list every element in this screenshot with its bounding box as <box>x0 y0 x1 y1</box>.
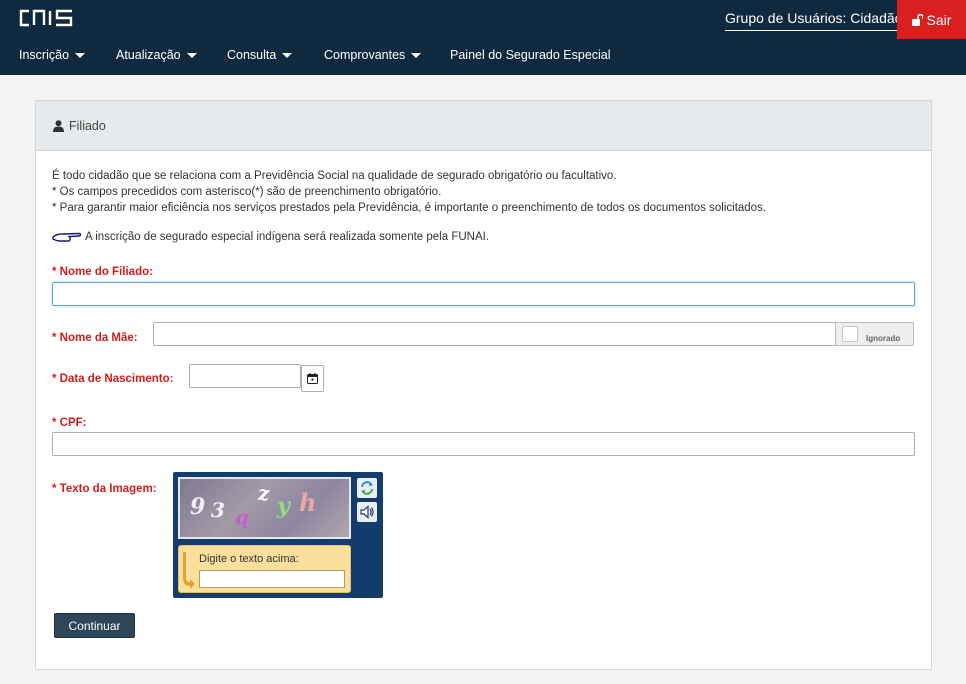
captcha-char: q <box>235 505 249 529</box>
nav-label: Painel do Segurado Especial <box>450 48 611 62</box>
captcha-char: y <box>277 493 290 519</box>
nav-label: Comprovantes <box>324 48 406 62</box>
nav-label: Atualização <box>116 48 181 62</box>
user-group-label: Grupo de Usuários: Cidadão <box>725 10 903 31</box>
calendar-icon <box>307 373 318 384</box>
refresh-icon <box>361 481 373 495</box>
nav-label: Inscrição <box>19 48 70 62</box>
nav-consulta[interactable]: Consulta <box>227 48 293 62</box>
nav-inscricao[interactable]: Inscrição <box>19 48 86 62</box>
nav-comprovantes[interactable]: Comprovantes <box>324 48 422 62</box>
captcha-refresh-button[interactable] <box>357 478 377 498</box>
filiado-panel: Filiado É todo cidadão que se relaciona … <box>35 100 932 670</box>
top-header: Grupo de Usuários: Cidadão Sair Inscriçã… <box>0 0 966 75</box>
nome-mae-input[interactable] <box>153 322 836 346</box>
info-line: * Os campos precedidos com asterisco(*) … <box>52 186 442 198</box>
cpf-input[interactable] <box>52 432 915 456</box>
unlock-icon <box>911 13 923 26</box>
captcha-label: * Texto da Imagem: <box>52 483 157 495</box>
logout-label: Sair <box>926 11 952 28</box>
captcha-widget: 9 3 q z y h Digite o texto acima: <box>173 472 383 598</box>
captcha-char: 3 <box>211 498 225 522</box>
pointing-hand-icon <box>52 232 82 242</box>
nav-painel-segurado-especial[interactable]: Painel do Segurado Especial <box>450 48 611 62</box>
logout-button[interactable]: Sair <box>897 0 966 39</box>
captcha-prompt: Digite o texto acima: <box>199 553 299 565</box>
info-line: É todo cidadão que se relaciona com a Pr… <box>52 170 617 182</box>
calendar-button[interactable] <box>301 365 324 392</box>
cpf-label: * CPF: <box>52 417 87 429</box>
nome-filiado-input[interactable] <box>52 282 915 306</box>
panel-heading: Filiado <box>36 101 931 151</box>
panel-title: Filiado <box>53 119 106 133</box>
nome-mae-label: * Nome da Mãe: <box>52 332 138 344</box>
cnis-logo <box>19 9 73 27</box>
ignorado-checkbox[interactable] <box>842 326 858 342</box>
info-line: * Para garantir maior eficiência nos ser… <box>52 202 767 214</box>
captcha-input[interactable] <box>199 570 345 588</box>
captcha-char: h <box>299 488 317 517</box>
captcha-image: 9 3 q z y h <box>178 477 351 539</box>
ignorado-label: Ignorado <box>866 334 901 343</box>
captcha-input-box: Digite o texto acima: <box>178 545 351 593</box>
nav-atualizacao[interactable]: Atualização <box>116 48 197 62</box>
nav-label: Consulta <box>227 48 277 62</box>
info-text: É todo cidadão que se relaciona com a Pr… <box>52 168 766 216</box>
caret-down-icon <box>75 53 86 58</box>
captcha-char: z <box>258 481 270 505</box>
continue-button[interactable]: Continuar <box>54 613 135 638</box>
user-icon <box>53 120 64 132</box>
speaker-icon <box>360 505 374 519</box>
data-nascimento-label: * Data de Nascimento: <box>52 373 174 385</box>
funai-note-text: A inscrição de segurado especial indígen… <box>85 231 490 243</box>
caret-down-icon <box>411 53 422 58</box>
captcha-audio-button[interactable] <box>357 502 377 522</box>
captcha-char: 9 <box>190 494 206 520</box>
caret-down-icon <box>186 53 197 58</box>
funai-note: A inscrição de segurado especial indígen… <box>52 230 489 244</box>
caret-down-icon <box>282 53 293 58</box>
data-nascimento-input[interactable] <box>189 364 301 388</box>
ignorado-addon: Ignorado <box>835 322 914 346</box>
panel-title-text: Filiado <box>69 119 106 133</box>
arrow-down-icon <box>183 552 195 589</box>
nome-filiado-label: * Nome do Filiado: <box>52 266 153 278</box>
